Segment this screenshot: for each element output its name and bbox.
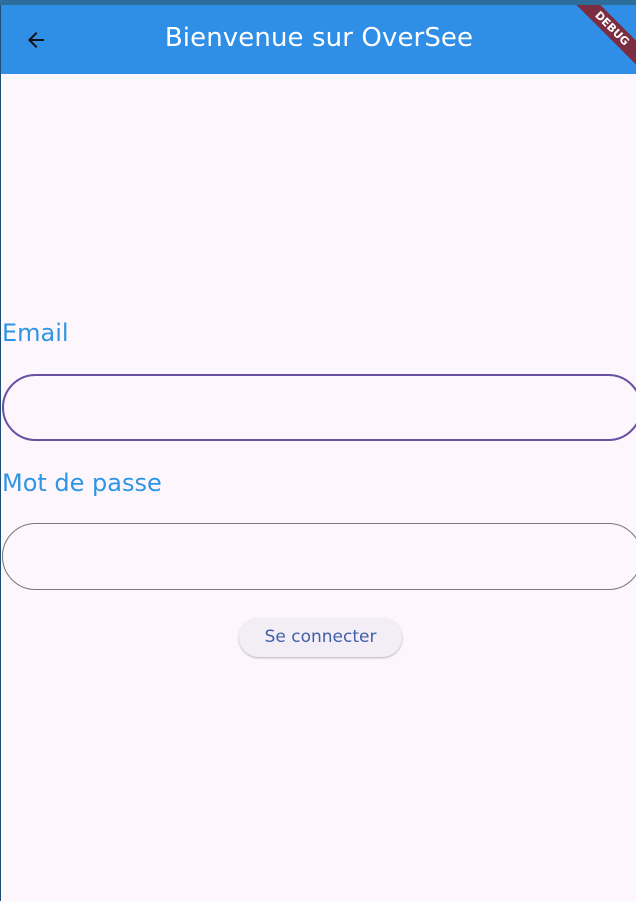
password-field[interactable] xyxy=(2,523,636,591)
email-input[interactable] xyxy=(26,376,610,441)
app-window: Bienvenue sur OverSee DEBUG Email Mot de… xyxy=(0,5,636,901)
app-bar: Bienvenue sur OverSee DEBUG xyxy=(1,5,636,74)
password-input[interactable] xyxy=(25,524,609,591)
email-label: Email xyxy=(2,319,69,347)
page-title: Bienvenue sur OverSee xyxy=(164,23,474,53)
password-label: Mot de passe xyxy=(2,469,162,497)
login-button[interactable]: Se connecter xyxy=(239,618,402,657)
email-field[interactable] xyxy=(2,374,636,441)
